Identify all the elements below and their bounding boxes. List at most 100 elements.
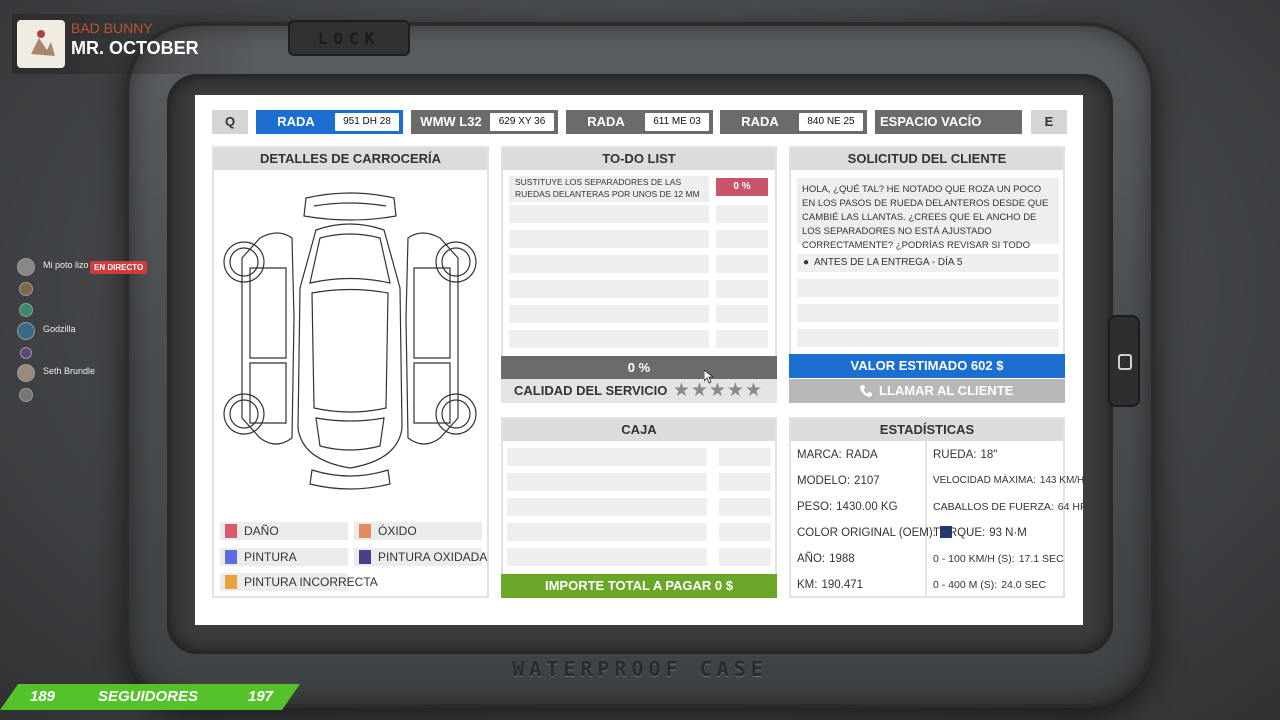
cashbox-row xyxy=(507,498,707,516)
live-badge: EN DIRECTO xyxy=(90,261,148,274)
todo-empty-row xyxy=(509,330,709,348)
cashbox-cell xyxy=(719,548,771,566)
next-tab-key[interactable]: E xyxy=(1031,110,1067,134)
todo-empty-row xyxy=(509,230,709,248)
tab-empty-slot[interactable]: ESPACIO VACÍO xyxy=(875,110,1022,134)
client-empty-row xyxy=(797,304,1059,322)
legend-bg xyxy=(220,522,348,540)
panel-title: TO-DO LIST xyxy=(503,148,775,170)
call-client-label: LLAMAR AL CLIENTE xyxy=(879,383,1014,398)
stat-oem-color: COLOR ORIGINAL (OEM): xyxy=(797,521,952,545)
todo-empty-row xyxy=(509,280,709,298)
todo-item-progress: 0 % xyxy=(716,178,768,196)
now-playing-artist: BAD BUNNY xyxy=(71,20,153,36)
legend-bg xyxy=(354,522,482,540)
todo-empty-row xyxy=(509,305,709,323)
legend-label: ÓXIDO xyxy=(378,524,417,538)
deadline-text: ANTES DE LA ENTREGA - DÍA 5 xyxy=(814,257,963,268)
cashbox-cell xyxy=(719,523,771,541)
legend-swatch xyxy=(359,524,371,538)
album-art xyxy=(17,20,65,68)
legend-label: PINTURA INCORRECTA xyxy=(244,575,378,589)
tab-label: ESPACIO VACÍO xyxy=(880,114,982,129)
car-body-diagram[interactable] xyxy=(220,178,480,498)
todo-empty-row xyxy=(509,205,709,223)
legend-swatch xyxy=(225,575,237,589)
stat-torque: TORQUE: 93 N·M xyxy=(933,527,1027,539)
service-quality-bar: CALIDAD DEL SERVICIO ★★★★★ xyxy=(501,379,777,403)
followers-current: 189 xyxy=(30,688,56,705)
todo-item-text: SUSTITUYE LOS SEPARADORES DE LAS RUEDAS … xyxy=(515,177,700,199)
stat-model: MODELO: 2107 xyxy=(797,475,880,487)
license-plate: 629 XY 36 xyxy=(490,113,554,131)
panel-title: CAJA xyxy=(503,419,775,441)
todo-empty-cell xyxy=(716,205,768,223)
stat-brand: MARCA: RADA xyxy=(797,449,878,461)
cashbox-row xyxy=(507,523,707,541)
now-playing-track: MR. OCTOBER xyxy=(71,38,199,58)
service-quality-label: CALIDAD DEL SERVICIO xyxy=(514,383,668,398)
followers-goal-bar: 189 SEGUIDORES 197 xyxy=(0,684,300,710)
tablet-screen: Q RADA 2107 951 DH 28 WMW L32 629 XY 36 … xyxy=(195,95,1087,625)
cashbox-cell xyxy=(719,448,771,466)
prev-tab-key[interactable]: Q xyxy=(212,110,248,134)
legend-swatch xyxy=(225,524,237,538)
estimated-value: VALOR ESTIMADO 602 $ xyxy=(789,354,1065,378)
cashbox-row xyxy=(507,548,707,566)
legend-swatch xyxy=(225,550,237,564)
avatar xyxy=(19,303,33,317)
tab-rada-611[interactable]: RADA 2107 611 ME 03 xyxy=(566,110,713,153)
now-playing-widget: BAD BUNNY MR. OCTOBER xyxy=(12,14,256,74)
case-brand-label: WATERPROOF CASE xyxy=(512,657,768,681)
stat-0-400: 0 - 400 M (S): 24.0 SEC xyxy=(933,579,1047,591)
viewer-name: Seth Brundle xyxy=(43,366,96,376)
todo-panel: TO-DO LIST SUSTITUYE LOS SEPARADORES DE … xyxy=(501,146,777,380)
client-request-text: HOLA, ¿QUÉ TAL? HE NOTADO QUE ROZA UN PO… xyxy=(797,178,1059,265)
car-tabs: Q RADA 2107 951 DH 28 WMW L32 629 XY 36 … xyxy=(212,110,1068,153)
followers-label: SEGUIDORES xyxy=(98,688,199,705)
avatar xyxy=(17,364,35,382)
stat-horsepower: CABALLOS DE FUERZA: 64 HP xyxy=(933,501,1087,513)
stat-wheel: RUEDA: 18" xyxy=(933,449,998,461)
body-details-panel: DETALLES DE CARROCERÍA DAÑO ÓXIDO PINTUR… xyxy=(212,146,489,598)
avatar xyxy=(19,388,33,402)
avatar xyxy=(19,282,33,296)
call-client-button[interactable]: LLAMAR AL CLIENTE xyxy=(789,379,1065,403)
stat-km: KM: 190.471 xyxy=(797,579,864,591)
license-plate: 840 NE 25 xyxy=(799,113,863,131)
bullet-icon: ● xyxy=(803,257,810,268)
client-empty-row xyxy=(797,279,1059,297)
stat-top-speed: VELOCIDAD MÁXIMA: 143 KM/H xyxy=(933,475,1085,486)
stats-panel: ESTADÍSTICAS MARCA: RADA MODELO: 2107 PESO… xyxy=(789,417,1087,598)
phone-icon xyxy=(860,385,872,397)
tab-rada-951[interactable]: RADA 2107 951 DH 28 xyxy=(256,110,403,153)
client-empty-row xyxy=(797,329,1059,347)
todo-empty-cell xyxy=(716,305,768,323)
total-to-pay: IMPORTE TOTAL A PAGAR 0 $ xyxy=(501,574,777,598)
tablet-home-button[interactable] xyxy=(1108,315,1140,407)
license-plate: 611 ME 03 xyxy=(645,113,709,131)
cashbox-row xyxy=(507,473,707,491)
tab-wmw-629[interactable]: WMW L32 629 XY 36 xyxy=(411,110,558,134)
stat-0-100: 0 - 100 KM/H (S): 17.1 SEC xyxy=(933,553,1064,565)
cashbox-cell xyxy=(719,498,771,516)
tab-rada-840[interactable]: RADA 2107 840 NE 25 xyxy=(720,110,867,153)
home-icon xyxy=(1118,354,1132,370)
lock-tab: LOCK xyxy=(288,20,410,56)
avatar xyxy=(17,322,35,340)
panel-title: SOLICITUD DEL CLIENTE xyxy=(791,148,1063,170)
todo-empty-cell xyxy=(716,230,768,248)
cashbox-cell xyxy=(719,473,771,491)
todo-total-progress: 0 % xyxy=(501,356,777,380)
todo-empty-cell xyxy=(716,255,768,273)
legend-label: PINTURA xyxy=(244,550,297,564)
avatar xyxy=(20,347,32,359)
todo-empty-cell xyxy=(716,330,768,348)
tab-label: WMW L32 xyxy=(420,114,482,129)
legend-label: DAÑO xyxy=(244,524,279,538)
legend-label: PINTURA OXIDADA xyxy=(378,550,488,564)
mouse-cursor-icon xyxy=(704,370,714,384)
todo-empty-row xyxy=(509,255,709,273)
stats-divider xyxy=(925,441,927,598)
star-rating: ★★★★★ xyxy=(672,380,763,401)
